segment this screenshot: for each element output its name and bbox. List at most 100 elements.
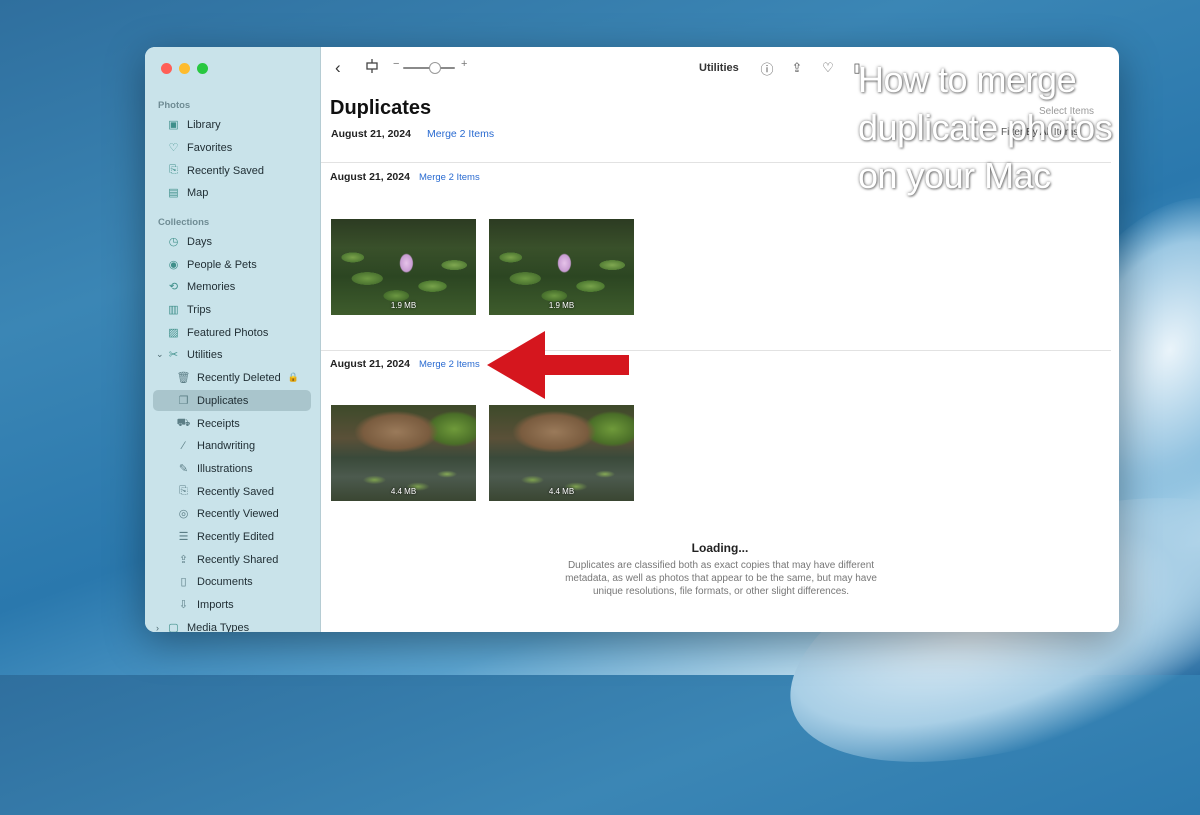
share-icon: ⇪ bbox=[178, 554, 189, 566]
illustration-icon: ✎ bbox=[178, 463, 189, 475]
sidebar-item-label: Receipts bbox=[197, 417, 240, 430]
sidebar-item-duplicates[interactable]: ❐ Duplicates bbox=[153, 390, 311, 411]
sidebar-item-label: Utilities bbox=[187, 348, 223, 361]
zoom-out-icon: − bbox=[393, 58, 400, 70]
sidebar-item-featured-photos[interactable]: ▨ Featured Photos bbox=[153, 322, 311, 343]
close-button[interactable] bbox=[161, 63, 172, 74]
overlay-title-line: How to merge bbox=[858, 59, 1077, 100]
chevron-right-icon[interactable]: › bbox=[156, 623, 159, 633]
utilities-icon: ✂ bbox=[168, 349, 179, 361]
sidebar-item-label: Recently Saved bbox=[187, 164, 265, 177]
sidebar-item-label: Recently Shared bbox=[197, 553, 279, 566]
overlay-title: How to merge duplicate photos on your Ma… bbox=[858, 56, 1188, 200]
toolbar-title: Utilities bbox=[699, 62, 739, 74]
file-size-label: 1.9 MB bbox=[390, 301, 417, 310]
sidebar-item-label: Handwriting bbox=[197, 439, 256, 452]
zoom-slider[interactable]: − + bbox=[393, 58, 473, 74]
document-icon: ▯ bbox=[180, 576, 187, 588]
sidebar-item-label: Trips bbox=[187, 303, 212, 316]
duplicates-icon: ❐ bbox=[178, 395, 189, 407]
info-icon[interactable]: ⓘ bbox=[759, 60, 775, 77]
library-icon: ▣ bbox=[168, 119, 179, 131]
sidebar-item-label: Featured Photos bbox=[187, 326, 269, 339]
overlay-title-line: on your Mac bbox=[858, 155, 1051, 196]
sidebar-item-label: Imports bbox=[197, 598, 234, 611]
slider-knob[interactable] bbox=[429, 62, 441, 74]
sidebar-item-label: Documents bbox=[197, 575, 253, 588]
sidebar-item-days[interactable]: ◷ Days bbox=[153, 231, 311, 252]
sidebar-item-handwriting[interactable]: ∕ Handwriting bbox=[153, 435, 311, 456]
sidebar-item-documents[interactable]: ▯ Documents bbox=[153, 571, 311, 592]
media-types-icon: ▢ bbox=[168, 622, 179, 632]
group-date: August 21, 2024 bbox=[330, 171, 410, 183]
lock-icon: 🔒 bbox=[287, 372, 299, 382]
sidebar-item-library[interactable]: ▣ Library bbox=[153, 114, 311, 135]
sidebar-item-recently-saved[interactable]: ⎘ Recently Saved bbox=[153, 160, 311, 181]
photo-thumbnail[interactable]: 4.4 MB bbox=[489, 405, 634, 501]
file-size-label: 4.4 MB bbox=[390, 487, 417, 496]
sidebar-item-favorites[interactable]: ♡ Favorites bbox=[153, 137, 311, 158]
minimize-button[interactable] bbox=[179, 63, 190, 74]
sidebar-item-recently-deleted[interactable]: 🗑 Recently Deleted 🔒 bbox=[153, 367, 311, 388]
import-icon: ⇩ bbox=[178, 599, 189, 611]
sidebar-item-label: People & Pets bbox=[187, 258, 257, 271]
page-title: Duplicates bbox=[330, 97, 432, 119]
suitcase-icon: ▥ bbox=[168, 304, 179, 316]
recently-saved-icon: ⎘ bbox=[169, 164, 178, 176]
file-size-label: 4.4 MB bbox=[548, 487, 575, 496]
sidebar-item-trips[interactable]: ▥ Trips bbox=[153, 299, 311, 320]
map-icon: ▤ bbox=[168, 187, 179, 199]
sidebar-item-label: Map bbox=[187, 186, 209, 199]
file-size-label: 1.9 MB bbox=[548, 301, 575, 310]
sidebar-item-recently-viewed[interactable]: ◎ Recently Viewed bbox=[153, 503, 311, 524]
sidebar-item-illustrations[interactable]: ✎ Illustrations bbox=[153, 458, 311, 479]
sidebar-item-recently-saved-utility[interactable]: ⎘ Recently Saved bbox=[153, 481, 311, 502]
sidebar-item-label: Recently Viewed bbox=[197, 507, 279, 520]
chevron-down-icon[interactable]: ⌄ bbox=[156, 349, 164, 360]
photo-thumbnail[interactable]: 1.9 MB bbox=[331, 219, 476, 315]
loading-label: Loading... bbox=[691, 541, 749, 555]
zoom-button[interactable] bbox=[197, 63, 208, 74]
photo-thumbnail[interactable]: 1.9 MB bbox=[489, 219, 634, 315]
overlay-title-line: duplicate photos bbox=[858, 107, 1113, 148]
header-date: August 21, 2024 bbox=[331, 128, 411, 140]
sidebar-item-imports[interactable]: ⇩ Imports bbox=[153, 594, 311, 615]
sidebar-item-label: Recently Edited bbox=[197, 530, 275, 543]
sidebar-item-label: Illustrations bbox=[197, 462, 253, 475]
memories-icon: ⟲ bbox=[168, 281, 179, 293]
merge-button[interactable]: Merge 2 Items bbox=[419, 359, 480, 370]
group-date: August 21, 2024 bbox=[330, 358, 410, 370]
fit-icon[interactable] bbox=[365, 59, 379, 73]
heart-icon[interactable]: ♡ bbox=[820, 60, 836, 76]
merge-button[interactable]: Merge 2 Items bbox=[419, 172, 480, 183]
photo-thumbnail[interactable]: 4.4 MB bbox=[331, 405, 476, 501]
sidebar-item-label: Memories bbox=[187, 280, 236, 293]
sidebar-item-receipts[interactable]: ⛟ Receipts bbox=[153, 413, 311, 434]
sidebar-item-recently-shared[interactable]: ⇪ Recently Shared bbox=[153, 549, 311, 570]
red-arrow-icon bbox=[487, 331, 629, 399]
duplicates-description: Duplicates are classified both as exact … bbox=[565, 560, 877, 597]
sidebar-item-people-pets[interactable]: ◉ People & Pets bbox=[153, 254, 311, 275]
photo-icon: ▨ bbox=[168, 327, 179, 339]
eye-icon: ◎ bbox=[178, 508, 189, 520]
back-button[interactable]: ‹ bbox=[335, 58, 341, 78]
clock-icon: ◷ bbox=[168, 236, 179, 248]
sidebar-item-map[interactable]: ▤ Map bbox=[153, 182, 311, 203]
trash-icon: 🗑 bbox=[176, 372, 191, 384]
sidebar-item-label: Recently Saved bbox=[197, 485, 275, 498]
sidebar-item-media-types[interactable]: › ▢ Media Types bbox=[153, 617, 311, 633]
sidebar-item-label: Library bbox=[187, 118, 221, 131]
sidebar-item-memories[interactable]: ⟲ Memories bbox=[153, 276, 311, 297]
divider bbox=[321, 350, 1111, 351]
person-icon: ◉ bbox=[168, 259, 179, 271]
share-icon[interactable]: ⇪ bbox=[789, 60, 805, 76]
sidebar-item-label: Duplicates bbox=[197, 394, 249, 407]
header-merge-button[interactable]: Merge 2 Items bbox=[427, 128, 494, 140]
sidebar-item-label: Favorites bbox=[187, 141, 233, 154]
sidebar-item-recently-edited[interactable]: ☰ Recently Edited bbox=[153, 526, 311, 547]
section-label-photos: Photos bbox=[158, 100, 191, 111]
sidebar-item-utilities[interactable]: ⌄ ✂ Utilities bbox=[153, 344, 311, 365]
heart-icon: ♡ bbox=[168, 142, 179, 154]
cart-icon: ⛟ bbox=[176, 416, 191, 429]
zoom-in-icon: + bbox=[461, 58, 468, 70]
